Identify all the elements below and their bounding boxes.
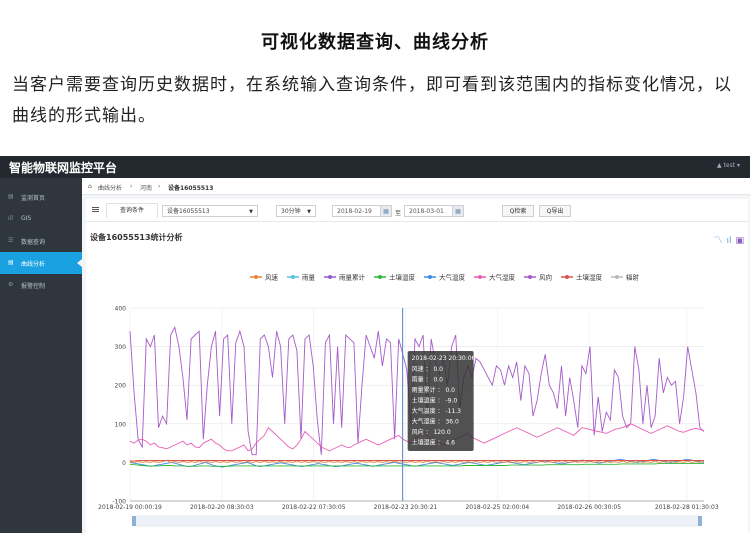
tooltip-row: 大气湿度 ： 36.0 [412, 418, 459, 426]
zoom-slider-handle-right [698, 516, 702, 526]
x-tick-label: 2018-02-25 02:00:04 [465, 504, 529, 511]
device-select-value: 设备16055513 [167, 208, 210, 215]
tooltip-row: 土壤温度 ： -9.0 [412, 397, 458, 405]
query-toolbar: 查询条件 设备16055513 ▼ 30分钟 ▼ 2018-02-19 ▦ 至 … [86, 199, 748, 222]
page-heading: 可视化数据查询、曲线分析 [261, 32, 489, 53]
zoom-slider-track [133, 515, 701, 527]
y-tick-label: 200 [115, 383, 127, 390]
chevron-down-icon: ▼ [249, 209, 253, 215]
tooltip-row: 风向 ： 120.0 [412, 428, 451, 436]
legend-marker [291, 275, 295, 279]
legend-marker [478, 275, 482, 279]
start-date-value: 2018-02-19 [337, 208, 372, 215]
tooltip-time: 2018-02-23 20:30:06 [412, 355, 476, 362]
export-button[interactable]: Q导出 [539, 205, 571, 217]
tab-query-conditions[interactable]: 查询条件 [106, 203, 158, 218]
breadcrumb-separator: › [158, 183, 161, 190]
tooltip-row: 雨量 ： 0.0 [412, 377, 444, 384]
tooltip-row: 风速 ： 0.0 [412, 366, 444, 373]
breadcrumb-separator: › [130, 183, 133, 190]
legend-marker [528, 275, 532, 279]
top-bar: 智能物联网监控平台 ▲ test ▾ [0, 156, 750, 178]
legend-item-label: 风向 [539, 273, 552, 282]
end-date-field[interactable]: 2018-03-01 ▦ [404, 205, 464, 217]
chart-icon: ▤ [8, 259, 14, 266]
calendar-icon[interactable]: ▦ [452, 206, 463, 216]
series-line [129, 463, 704, 467]
calendar-icon[interactable]: ▦ [380, 206, 391, 216]
list-icon: ☰ [8, 237, 14, 244]
app-window: 智能物联网监控平台 ▲ test ▾ ▤ 监测首页 ıll GIS ☰ 数据查询… [0, 156, 750, 533]
analysis-panel: 查询条件 设备16055513 ▼ 30分钟 ▼ 2018-02-19 ▦ 至 … [86, 199, 748, 533]
sidebar-item-label: 报警控制 [21, 283, 46, 290]
x-tick-label: 2018-02-23 20:30:21 [374, 504, 438, 511]
y-tick-label: 0 [122, 460, 126, 467]
legend-item-label: 辐射 [626, 273, 640, 282]
home-icon[interactable]: ⌂ [88, 183, 92, 190]
sidebar-item-label: 数据查询 [21, 239, 46, 246]
breadcrumb-item[interactable]: 河南 [140, 183, 152, 192]
main-content: ⌂ 曲线分析 › 河南 › 设备16055513 查询条件 设备16055513… [82, 178, 750, 533]
y-tick-label: 100 [115, 421, 127, 428]
y-tick-label: 400 [115, 306, 127, 313]
sidebar-item-label: 监测首页 [21, 195, 46, 202]
device-select[interactable]: 设备16055513 ▼ [162, 205, 258, 217]
sidebar-item-label: 曲线分析 [21, 261, 46, 268]
chevron-down-icon: ▼ [307, 209, 311, 215]
sidebar-item-data-query[interactable]: ☰ 数据查询 [0, 230, 82, 252]
tooltip-row: 雨量累计 ： 0.0 [412, 386, 456, 394]
y-tick-label: 300 [115, 344, 127, 351]
monitor-icon: ▤ [8, 193, 14, 200]
search-button[interactable]: Q检索 [502, 205, 534, 217]
legend-item-label: 大气湿度 [489, 273, 516, 282]
menu-icon[interactable] [92, 207, 99, 208]
legend-marker [565, 275, 569, 279]
x-tick-label: 2018-02-28 01:30:03 [655, 504, 719, 511]
legend-item-label: 土壤温度 [389, 273, 416, 282]
zoom-slider-handle-left [132, 516, 136, 526]
interval-select[interactable]: 30分钟 ▼ [276, 205, 316, 217]
breadcrumb-item[interactable]: 曲线分析 [98, 183, 122, 192]
tooltip-row: 大气温度 ： -11.3 [412, 407, 462, 415]
legend-item-label: 雨量 [302, 274, 316, 282]
app-title: 智能物联网监控平台 [9, 161, 118, 175]
tooltip-row: 土壤湿度 ： 4.6 [412, 439, 456, 447]
sidebar-item-gis[interactable]: ıll GIS [0, 208, 82, 230]
x-tick-label: 2018-02-22 07:30:05 [282, 504, 346, 511]
gear-icon: ⚙ [8, 281, 14, 288]
sidebar-item-label: GIS [21, 215, 32, 222]
interval-select-value: 30分钟 [281, 208, 301, 215]
legend-marker [328, 275, 332, 279]
x-tick-label: 2018-02-19 00:00:19 [98, 504, 162, 511]
user-menu[interactable]: ▲ test ▾ [717, 162, 740, 169]
start-date-field[interactable]: 2018-02-19 ▦ [332, 205, 392, 217]
bars-icon: ıll [8, 215, 14, 222]
legend-item-label: 土壤湿度 [576, 273, 603, 282]
sidebar-item-monitor[interactable]: ▤ 监测首页 [0, 186, 82, 208]
date-range-separator: 至 [395, 210, 402, 217]
legend-marker [428, 275, 432, 279]
intro-text: 当客户需要查询历史数据时，在系统输入查询条件，即可看到该范围内的指标变化情况，以… [12, 75, 732, 126]
x-tick-label: 2018-02-26 00:30:05 [557, 504, 621, 511]
sidebar-item-curve-analysis[interactable]: ▤ 曲线分析 [0, 252, 82, 274]
legend-item-label: 风速 [265, 274, 279, 282]
sidebar-item-alarm-control[interactable]: ⚙ 报警控制 [0, 274, 82, 296]
legend-marker [615, 275, 619, 279]
legend-marker [378, 275, 382, 279]
breadcrumb: ⌂ 曲线分析 › 河南 › 设备16055513 [82, 178, 750, 195]
legend-marker [254, 275, 258, 279]
breadcrumb-current: 设备16055513 [168, 185, 214, 192]
line-chart[interactable]: 风速 雨量 雨量累计 土壤温度 大气温度 大气湿度 风向 土壤湿度 辐射 400 300 200 100… [86, 233, 748, 533]
legend-item-label: 雨量累计 [339, 273, 366, 282]
legend-item-label: 大气温度 [439, 273, 466, 282]
x-tick-label: 2018-02-20 08:30:03 [190, 504, 254, 511]
sidebar: ▤ 监测首页 ıll GIS ☰ 数据查询 ▤ 曲线分析 ⚙ 报警控制 [0, 178, 82, 533]
end-date-value: 2018-03-01 [409, 208, 444, 215]
